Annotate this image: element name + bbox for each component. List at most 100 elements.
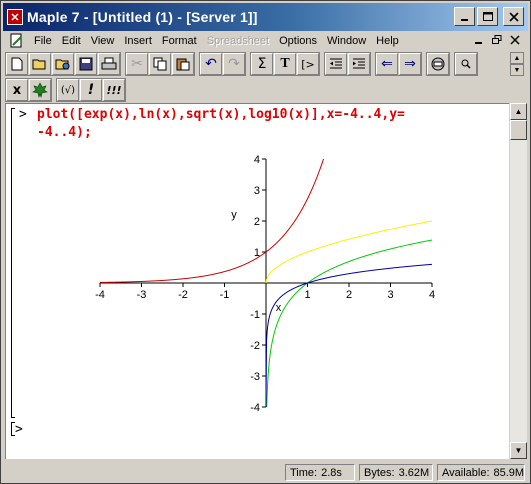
insert-math-button[interactable]: Σ — [251, 53, 273, 75]
scroll-down-icon[interactable]: ▼ — [510, 442, 527, 459]
open-button[interactable] — [29, 53, 51, 75]
doc-minimize-button[interactable] — [472, 33, 486, 47]
stop-icon — [431, 57, 445, 71]
worksheet[interactable]: > plot([exp(x),ln(x),sqrt(x),log10(x)],x… — [5, 103, 509, 459]
close-icon — [508, 11, 519, 22]
insert-execution-group-button[interactable]: [> — [297, 53, 319, 75]
back-button[interactable]: ⇐ — [376, 53, 398, 75]
close-button[interactable] — [503, 7, 524, 26]
x-tick-label: 3 — [387, 289, 393, 301]
undo-icon: ↶ — [205, 56, 217, 72]
menu-help[interactable]: Help — [371, 35, 404, 47]
zoom-button[interactable] — [455, 53, 477, 75]
title-bar[interactable]: ✕ Maple 7 - [Untitled (1) - [Server 1]] — [3, 3, 528, 31]
scroll-thumb[interactable] — [510, 120, 527, 140]
print-button[interactable] — [98, 53, 120, 75]
y-tick-label: -2 — [250, 340, 260, 352]
time-value: 2.8s — [321, 466, 342, 479]
title-buttons — [454, 7, 524, 26]
open-url-button[interactable] — [52, 53, 74, 75]
maple-leaf-icon: ✕ — [7, 9, 23, 25]
menu-view[interactable]: View — [86, 35, 120, 47]
execution-group-bracket[interactable] — [11, 108, 15, 418]
menu-bar: File Edit View Insert Format Spreadsheet… — [3, 32, 528, 50]
context-mode-tools: x — [5, 78, 52, 102]
paste-icon — [176, 58, 190, 71]
maple-input-button[interactable]: x — [6, 79, 28, 101]
menu-spreadsheet: Spreadsheet — [206, 35, 270, 47]
main-toolbar: ✂ ↶ ↷ Σ T [> ⇐ ⇒ ▲ ▼ — [5, 52, 526, 76]
indent-icon — [353, 58, 365, 69]
status-time: Time: 2.8s — [285, 464, 355, 481]
status-bytes: Bytes: 3.62M — [359, 464, 433, 481]
execute-button[interactable]: ! — [80, 79, 102, 101]
zoom-tools — [454, 52, 478, 76]
document-icon[interactable] — [9, 33, 25, 49]
y-tick-label: 4 — [254, 154, 260, 166]
minimize-button[interactable] — [454, 7, 475, 26]
chevron-down-icon[interactable]: ▼ — [510, 64, 524, 76]
stop-button[interactable] — [427, 53, 449, 75]
menu-window[interactable]: Window — [322, 35, 371, 47]
execute-all-button[interactable]: !!! — [103, 79, 125, 101]
context-toolbar: x (√) ! !!! — [5, 78, 130, 102]
chevron-up-icon[interactable]: ▲ — [510, 52, 524, 64]
available-value: 85.9M — [493, 466, 525, 479]
indent-tools — [324, 52, 371, 76]
outdent-button[interactable] — [325, 53, 347, 75]
input-prompt: > — [19, 107, 27, 122]
command-line-2[interactable]: -4..4); — [37, 125, 92, 140]
menu-file[interactable]: File — [29, 35, 57, 47]
navigation-tools: ⇐ ⇒ — [375, 52, 422, 76]
toolbar-scroll[interactable]: ▲ ▼ — [510, 52, 524, 76]
undo-button[interactable]: ↶ — [200, 53, 222, 75]
cut-button[interactable]: ✂ — [126, 53, 148, 75]
file-tools — [5, 52, 121, 76]
function-button[interactable]: (√) — [57, 79, 79, 101]
x-tick-label: -4 — [95, 289, 105, 301]
insert-text-button[interactable]: T — [274, 53, 296, 75]
sigma-icon: Σ — [257, 56, 267, 72]
copy-icon — [153, 57, 167, 71]
execute-icon: ! — [87, 82, 95, 98]
new-button[interactable] — [6, 53, 28, 75]
y-tick-label: 3 — [254, 185, 260, 197]
menu-insert[interactable]: Insert — [119, 35, 157, 47]
x-tick-label: 2 — [346, 289, 352, 301]
y-tick-label: 2 — [254, 216, 260, 228]
document-window-controls — [472, 33, 522, 47]
copy-button[interactable] — [149, 53, 171, 75]
plot-region[interactable]: -4 -3 -2 -1 1 2 3 4-4-3-2-11234xy — [76, 154, 436, 424]
redo-icon: ↷ — [228, 56, 240, 72]
y-tick-label: -3 — [250, 371, 260, 383]
indent-button[interactable] — [348, 53, 370, 75]
paste-button[interactable] — [172, 53, 194, 75]
forward-button[interactable]: ⇒ — [399, 53, 421, 75]
new-file-icon — [11, 57, 23, 71]
bytes-value: 3.62M — [398, 466, 430, 479]
printer-icon — [101, 57, 117, 70]
menu-format[interactable]: Format — [157, 35, 202, 47]
maximize-button[interactable] — [477, 7, 498, 26]
vertical-scrollbar[interactable]: ▲ ▼ — [510, 103, 527, 459]
scroll-up-icon[interactable]: ▲ — [510, 103, 527, 120]
menu-options[interactable]: Options — [274, 35, 322, 47]
available-label: Available: — [442, 466, 490, 479]
minimize-icon — [475, 42, 482, 44]
doc-close-button[interactable] — [508, 33, 522, 47]
doc-restore-button[interactable] — [490, 33, 504, 47]
save-button[interactable] — [75, 53, 97, 75]
execution-group-icon: [> — [301, 57, 315, 71]
restore-icon — [492, 35, 502, 44]
maple-leaf-button[interactable] — [29, 79, 51, 101]
execute-all-icon: !!! — [106, 83, 122, 97]
series-line-0 — [99, 158, 325, 283]
series-line-1 — [266, 239, 433, 408]
function-icon: (√) — [60, 84, 76, 96]
redo-button[interactable]: ↷ — [223, 53, 245, 75]
x-input-icon: x — [12, 82, 22, 98]
x-tick-label: 1 — [304, 289, 310, 301]
menu-edit[interactable]: Edit — [57, 35, 86, 47]
insert-tools: Σ T [> — [250, 52, 320, 76]
command-line-1[interactable]: plot([exp(x),ln(x),sqrt(x),log10(x)],x=-… — [37, 107, 405, 122]
